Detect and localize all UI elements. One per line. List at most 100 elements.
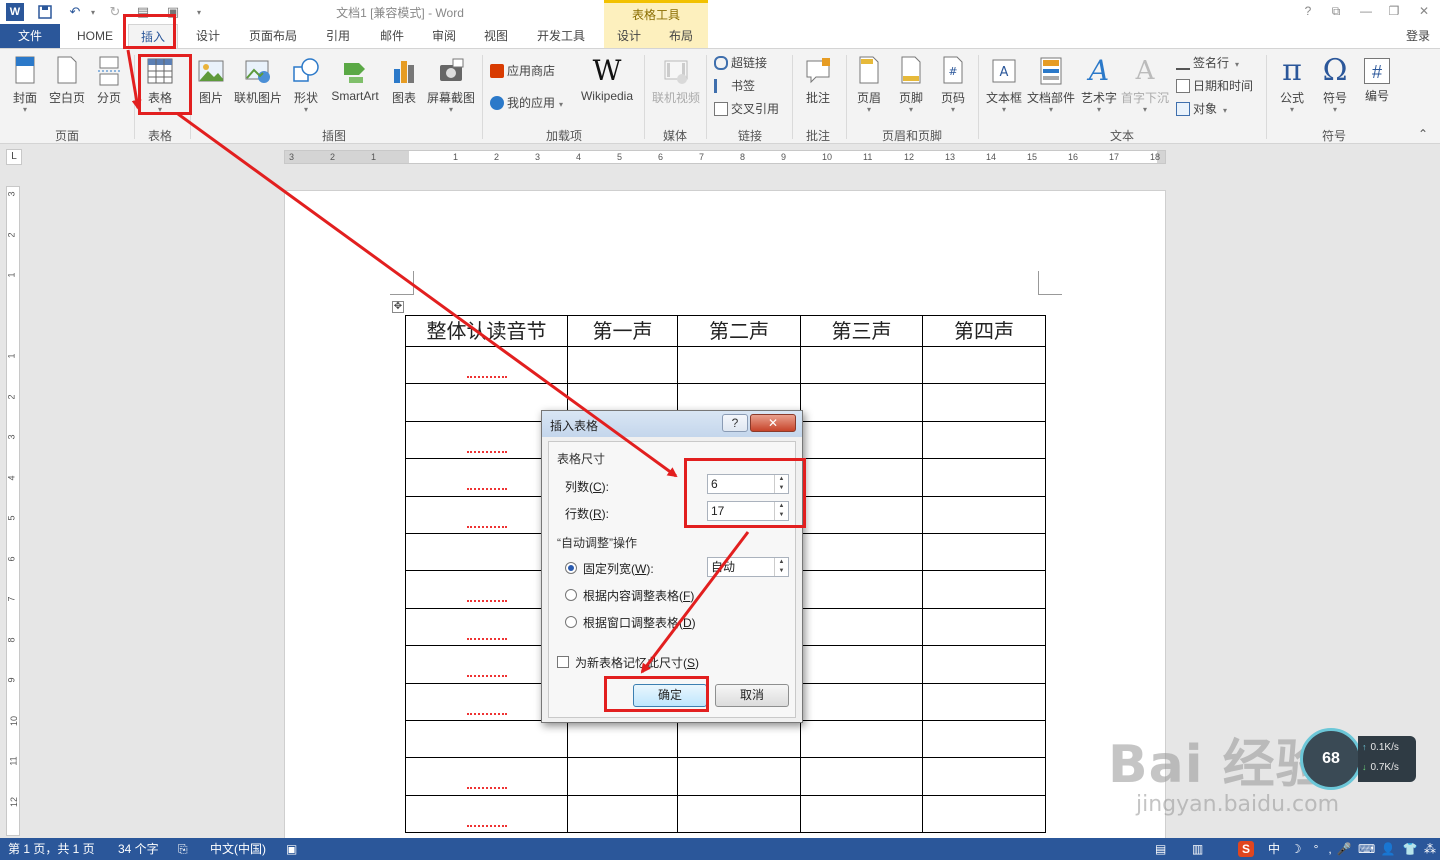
screenshot-button[interactable]: 屏幕截图 ▾ bbox=[424, 53, 478, 114]
cancel-button[interactable]: 取消 bbox=[715, 684, 789, 707]
chinese-mode-icon[interactable]: 中 bbox=[1266, 841, 1282, 857]
table-cell[interactable] bbox=[922, 794, 1046, 834]
table-cell[interactable] bbox=[922, 532, 1046, 572]
comment-button[interactable]: 批注 bbox=[800, 53, 836, 106]
table-cell[interactable] bbox=[567, 757, 678, 796]
table-cell[interactable] bbox=[800, 420, 923, 460]
header-button[interactable]: 页眉 ▾ bbox=[852, 53, 886, 114]
page-count[interactable]: 第 1 页，共 1 页 bbox=[8, 838, 95, 860]
tab-view[interactable]: 视图 bbox=[474, 24, 518, 48]
smartart-button[interactable]: SmartArt bbox=[328, 53, 382, 103]
help-icon[interactable]: ? bbox=[1298, 2, 1318, 20]
online-video-button[interactable]: 联机视频 bbox=[650, 53, 702, 106]
page-break-button[interactable]: 分页 bbox=[92, 53, 126, 106]
quick-parts-button[interactable]: 文档部件 ▾ bbox=[1026, 53, 1076, 114]
microphone-icon[interactable]: 🎤 bbox=[1336, 841, 1352, 857]
toolbox-icon[interactable]: ⁂ bbox=[1422, 841, 1438, 857]
table-cell[interactable] bbox=[800, 757, 923, 796]
table-cell[interactable] bbox=[922, 607, 1046, 647]
word-count[interactable]: 34 个字 bbox=[118, 838, 159, 860]
table-cell[interactable] bbox=[922, 458, 1046, 497]
drop-cap-button[interactable]: A 首字下沉 ▾ bbox=[1120, 53, 1170, 114]
minimize-icon[interactable]: — bbox=[1356, 2, 1376, 20]
dialog-close-button[interactable]: ✕ bbox=[750, 414, 796, 432]
table-cell[interactable] bbox=[922, 570, 1046, 609]
collapse-ribbon-icon[interactable]: ⌃ bbox=[1418, 127, 1428, 141]
cover-page-button[interactable]: 封面 ▾ bbox=[8, 53, 42, 114]
network-speed-widget[interactable]: 68 ↑ 0.1K/s ↓ 0.7K/s bbox=[1300, 728, 1420, 790]
table-cell[interactable] bbox=[405, 719, 568, 759]
symbol-button[interactable]: Ω 符号 ▾ bbox=[1316, 53, 1354, 114]
cross-reference-button[interactable]: 交叉引用 bbox=[714, 99, 779, 119]
table-cell[interactable] bbox=[405, 794, 568, 834]
table-cell[interactable] bbox=[677, 757, 801, 796]
table-cell[interactable] bbox=[800, 645, 923, 684]
tab-selector[interactable]: L bbox=[6, 149, 22, 165]
table-cell[interactable] bbox=[922, 345, 1046, 385]
page-number-button[interactable]: # 页码 ▾ bbox=[936, 53, 970, 114]
ribbon-display-icon[interactable]: ⧉ bbox=[1326, 2, 1346, 20]
macro-record-icon[interactable]: ▣ bbox=[286, 838, 297, 860]
autofit-content-radio[interactable] bbox=[565, 589, 577, 601]
remember-dimensions-checkbox[interactable] bbox=[557, 656, 569, 668]
signature-line-button[interactable]: 签名行 ▾ bbox=[1176, 53, 1239, 73]
table-cell[interactable] bbox=[677, 345, 801, 385]
object-button[interactable]: 对象 ▾ bbox=[1176, 99, 1227, 119]
table-cell[interactable] bbox=[567, 719, 678, 759]
autofit-window-radio[interactable] bbox=[565, 616, 577, 628]
tab-review[interactable]: 审阅 bbox=[422, 24, 466, 48]
text-box-button[interactable]: A 文本框 ▾ bbox=[984, 53, 1024, 114]
horizontal-ruler[interactable]: 3 2 1 1 2 3 4 5 6 7 8 9 10 11 12 13 14 15 16 17 18 bbox=[284, 150, 1166, 164]
user-icon[interactable]: 👤 bbox=[1380, 841, 1396, 857]
table-cell[interactable] bbox=[677, 719, 801, 759]
dialog-help-button[interactable]: ? bbox=[722, 414, 748, 432]
equation-button[interactable]: π 公式 ▾ bbox=[1272, 53, 1312, 114]
chart-button[interactable]: 图表 bbox=[388, 53, 420, 106]
tab-developer[interactable]: 开发工具 bbox=[528, 24, 594, 48]
table-cell[interactable] bbox=[800, 719, 923, 759]
table-cell[interactable] bbox=[800, 345, 923, 385]
table-cell[interactable] bbox=[922, 420, 1046, 460]
wordart-button[interactable]: A 艺术字 ▾ bbox=[1080, 53, 1118, 114]
table-cell[interactable] bbox=[405, 757, 568, 796]
vertical-ruler[interactable]: 3 2 1 1 2 3 4 5 6 7 8 9 10 11 12 bbox=[6, 186, 20, 836]
bookmark-button[interactable]: 书签 bbox=[714, 76, 755, 96]
read-mode-icon[interactable]: ▤ bbox=[1155, 838, 1166, 860]
close-window-icon[interactable]: ✕ bbox=[1414, 2, 1434, 20]
footer-button[interactable]: 页脚 ▾ bbox=[894, 53, 928, 114]
sogou-input-icon[interactable]: S bbox=[1238, 841, 1254, 857]
table-cell[interactable] bbox=[800, 532, 923, 572]
table-cell[interactable] bbox=[677, 794, 801, 834]
language-indicator[interactable]: 中文(中国) bbox=[210, 838, 266, 860]
table-cell[interactable] bbox=[922, 757, 1046, 796]
my-apps-button[interactable]: 我的应用 ▾ bbox=[490, 93, 563, 113]
office-store-button[interactable]: 应用商店 bbox=[490, 61, 555, 81]
online-pictures-button[interactable]: 联机图片 bbox=[232, 53, 284, 106]
table-cell[interactable] bbox=[922, 645, 1046, 684]
pictures-button[interactable]: 图片 bbox=[196, 53, 226, 106]
tab-file[interactable]: 文件 bbox=[0, 24, 60, 48]
wikipedia-button[interactable]: W Wikipedia bbox=[576, 53, 638, 104]
fixed-width-radio[interactable] bbox=[565, 562, 577, 574]
blank-page-button[interactable]: 空白页 bbox=[46, 53, 88, 106]
restore-icon[interactable]: ❐ bbox=[1384, 2, 1404, 20]
tab-table-design[interactable]: 设计 bbox=[604, 24, 654, 48]
numbering-button[interactable]: # 编号 bbox=[1358, 53, 1396, 104]
date-time-button[interactable]: 日期和时间 bbox=[1176, 76, 1253, 96]
tab-page-layout[interactable]: 页面布局 bbox=[240, 24, 306, 48]
table-cell[interactable] bbox=[800, 607, 923, 647]
table-cell[interactable] bbox=[922, 719, 1046, 759]
table-cell[interactable] bbox=[567, 345, 678, 385]
table-header-cell[interactable]: 第二声 bbox=[677, 315, 801, 347]
table-cell[interactable] bbox=[922, 495, 1046, 534]
tab-references[interactable]: 引用 bbox=[316, 24, 360, 48]
shapes-button[interactable]: 形状 ▾ bbox=[290, 53, 322, 114]
table-cell[interactable] bbox=[800, 458, 923, 497]
spinner-arrows-icon[interactable]: ▲ ▼ bbox=[774, 558, 788, 576]
table-cell[interactable] bbox=[800, 570, 923, 609]
table-header-cell[interactable]: 第三声 bbox=[800, 315, 923, 347]
table-cell[interactable] bbox=[800, 682, 923, 721]
table-cell[interactable] bbox=[922, 682, 1046, 721]
skin-icon[interactable]: 👕 bbox=[1402, 841, 1418, 857]
table-cell[interactable] bbox=[405, 345, 568, 385]
